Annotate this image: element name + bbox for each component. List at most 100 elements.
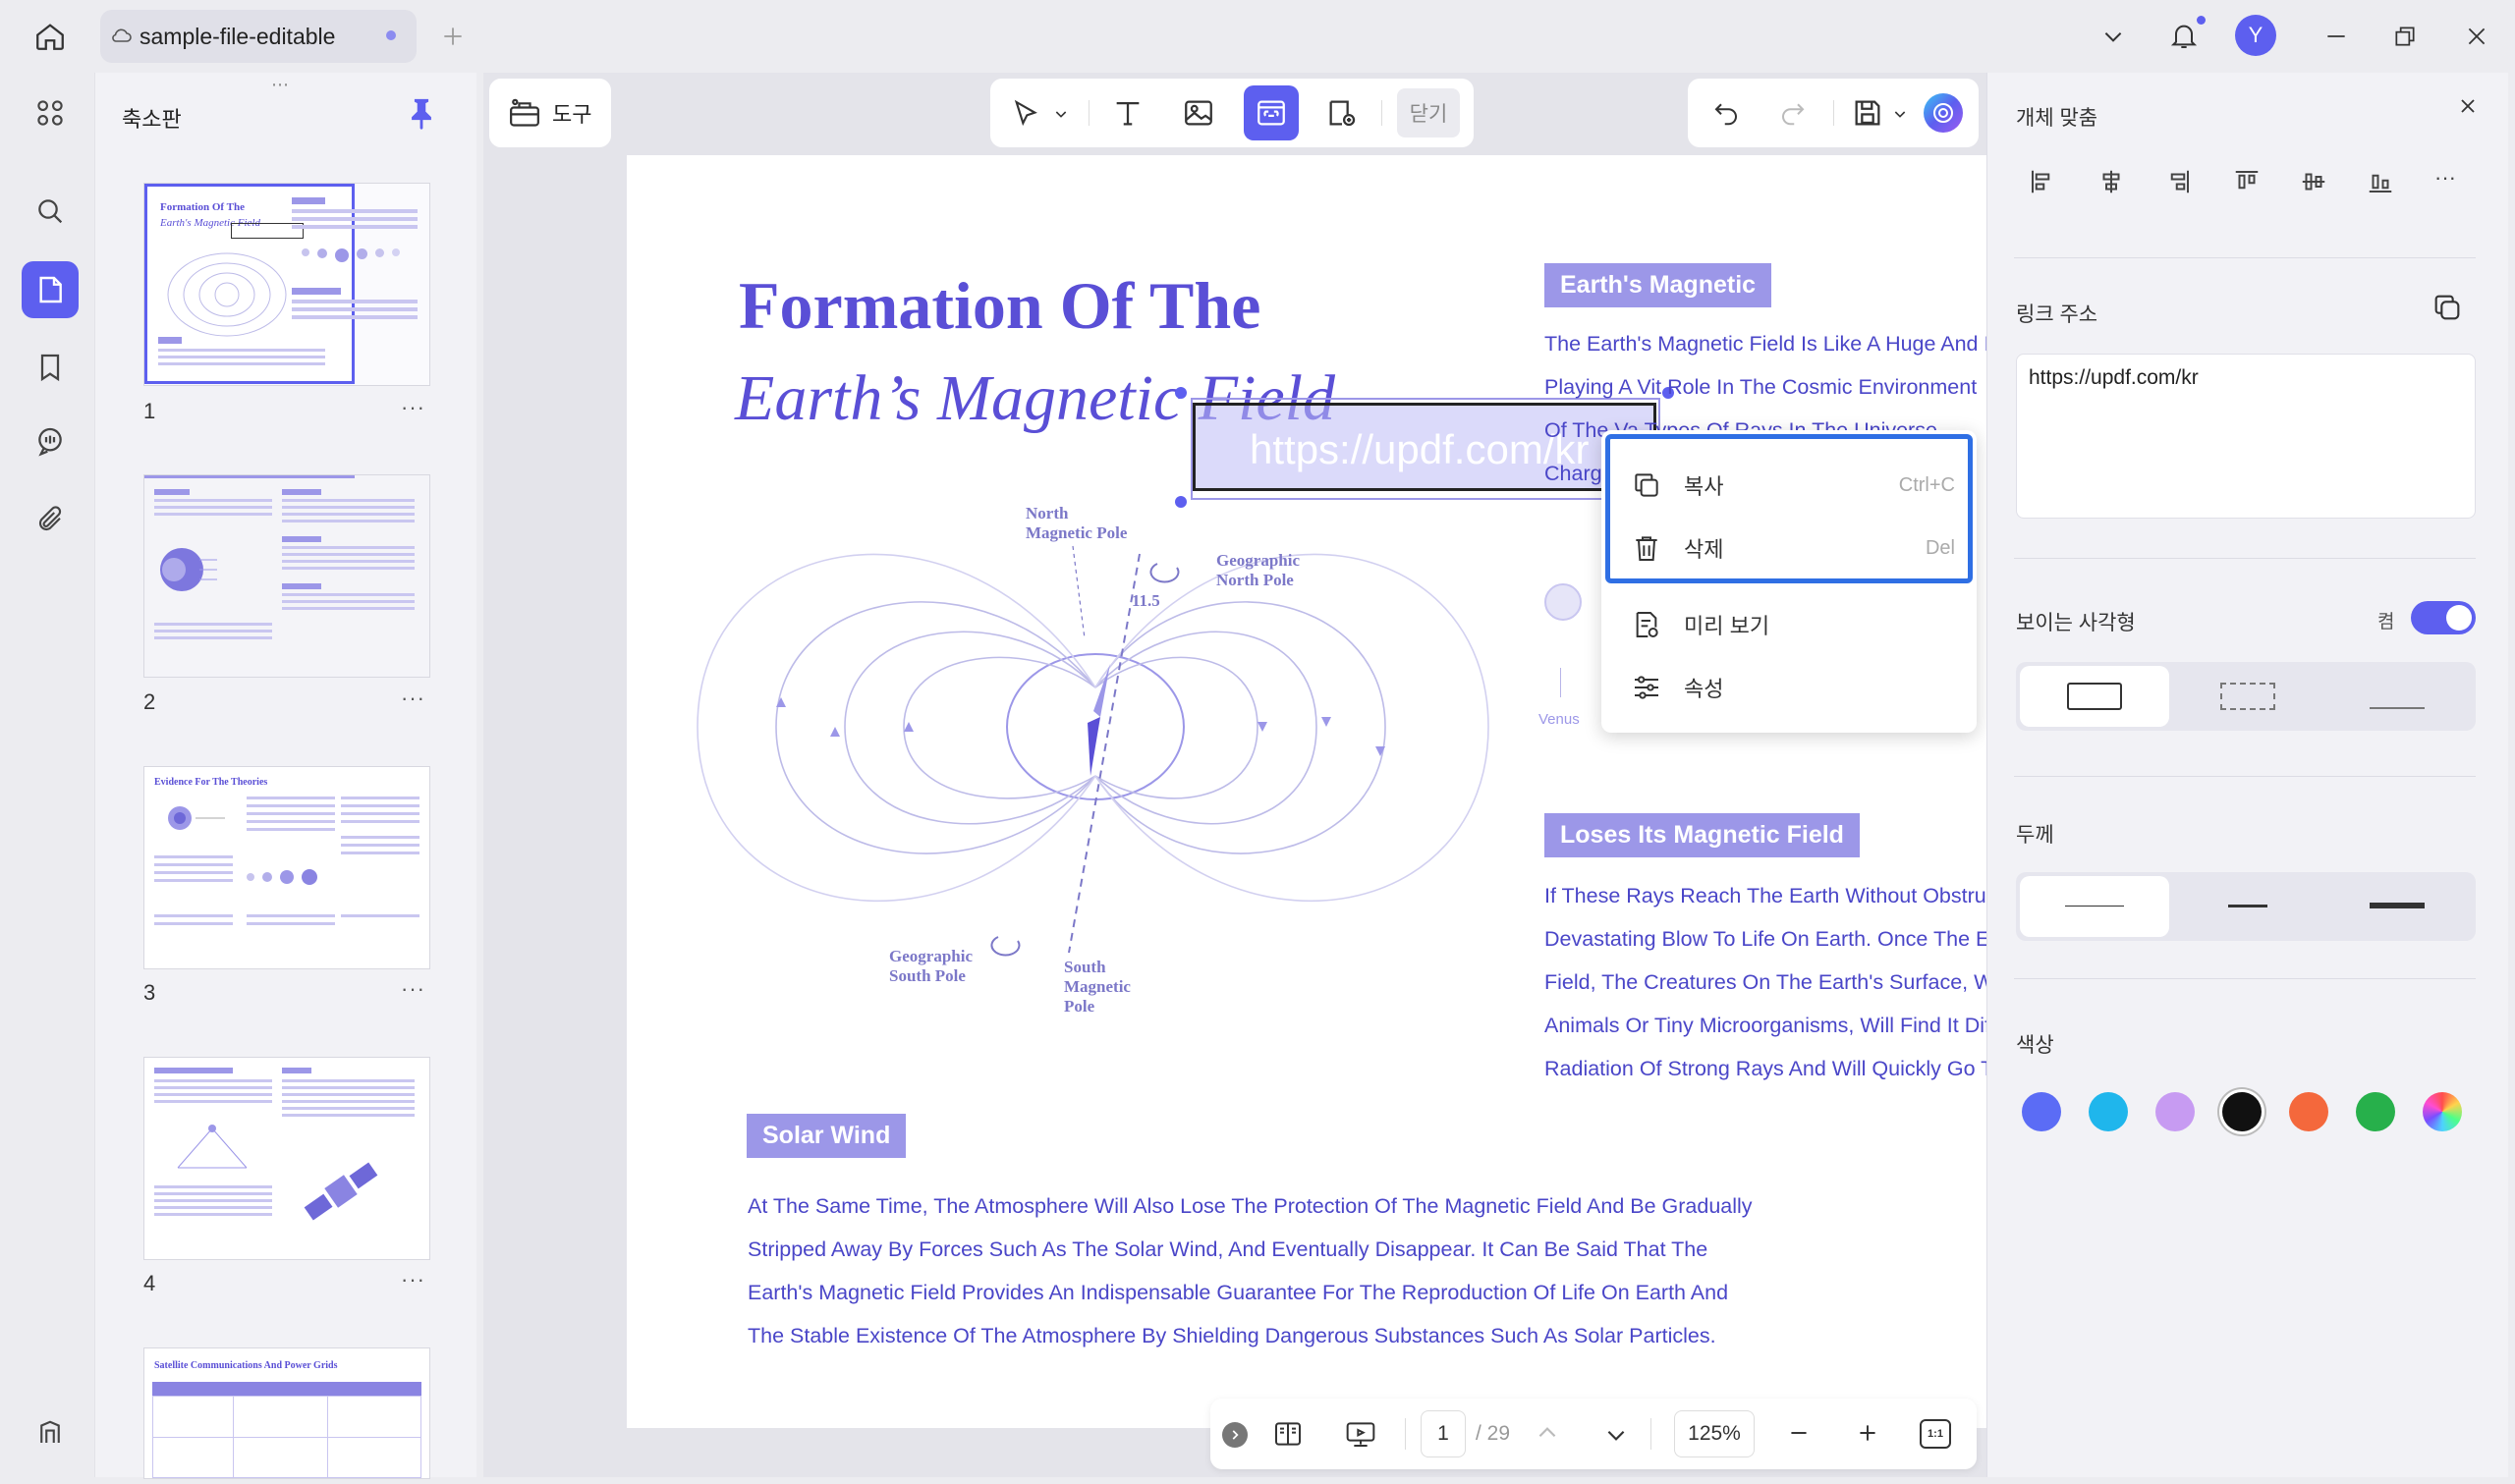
body-text-line: If These Rays Reach The Earth Without Ob… — [1544, 884, 1997, 907]
page-more-button-4[interactable]: ··· — [401, 1267, 425, 1292]
comment-icon[interactable] — [22, 412, 79, 469]
new-tab-button[interactable] — [430, 14, 475, 59]
toolbox-icon — [507, 96, 542, 130]
page-thumbnail-5[interactable]: Satellite Communications And Power Grids — [143, 1347, 430, 1479]
page-more-button-1[interactable]: ··· — [401, 395, 425, 420]
actual-size-button[interactable]: 1:1 — [1920, 1419, 1951, 1449]
presentation-icon[interactable] — [1342, 1418, 1379, 1450]
link-annotation-text: https://updf.com/kr — [1250, 426, 1590, 472]
border-style-dashed[interactable] — [2173, 666, 2322, 727]
apps-grid-icon[interactable] — [22, 84, 79, 141]
heading-loses-magnetic-field: Loses Its Magnetic Field — [1544, 813, 1860, 857]
thickness-label: 두께 — [2016, 824, 2054, 847]
more-align-options[interactable]: ··· — [2434, 165, 2456, 191]
pin-icon[interactable] — [407, 96, 436, 130]
menu-item-delete[interactable]: 삭제 Del — [1631, 522, 1955, 574]
minimize-icon[interactable] — [2314, 14, 2359, 59]
zoom-in-icon[interactable] — [1855, 1420, 1880, 1446]
align-left-icon[interactable] — [2028, 167, 2057, 196]
align-center-horizontal-icon[interactable] — [2096, 167, 2126, 196]
tab-title: sample-file-editable — [140, 24, 336, 49]
copy-link-icon[interactable] — [2431, 291, 2464, 324]
redo-icon[interactable] — [1778, 98, 1808, 128]
color-swatch[interactable] — [2089, 1092, 2128, 1131]
color-swatch[interactable] — [2222, 1092, 2262, 1131]
save-icon[interactable] — [1851, 96, 1884, 130]
page-layout-icon[interactable] — [1271, 1418, 1305, 1450]
resize-handle[interactable] — [1175, 387, 1187, 399]
menu-item-preview[interactable]: 미리 보기 — [1631, 599, 1955, 650]
previous-page-icon[interactable] — [1535, 1420, 1560, 1446]
color-swatch[interactable] — [2356, 1092, 2395, 1131]
body-text-line: Devastating Blow To Life On Earth. Once … — [1544, 927, 2002, 951]
align-bottom-icon[interactable] — [2366, 167, 2395, 196]
current-page-input[interactable]: 1 — [1421, 1410, 1466, 1457]
page-thumbnail-4[interactable] — [143, 1057, 430, 1260]
border-style-underline[interactable] — [2324, 666, 2472, 727]
zoom-out-icon[interactable] — [1786, 1420, 1812, 1446]
link-address-field[interactable]: https://updf.com/kr — [2016, 354, 2476, 519]
total-pages-label: / 29 — [1476, 1422, 1511, 1445]
thickness-selector — [2016, 872, 2476, 941]
history-toolbar — [1688, 79, 1979, 147]
link-tool-button[interactable] — [1244, 85, 1299, 140]
body-text-line: The Stable Existence Of The Atmosphere B… — [748, 1324, 1716, 1347]
thickness-medium[interactable] — [2173, 876, 2322, 937]
collapse-nav-button[interactable] — [1222, 1422, 1248, 1448]
tools-button[interactable]: 도구 — [489, 79, 611, 147]
page-thumbnail-2[interactable] — [143, 474, 430, 678]
page-thumbnail-3[interactable]: Evidence For The Theories — [143, 766, 430, 969]
venus-label: Venus — [1538, 711, 1580, 728]
align-top-icon[interactable] — [2232, 167, 2262, 196]
thumbnails-icon[interactable] — [22, 261, 79, 318]
page-number-2: 2 — [143, 689, 156, 714]
angle-label: 11.5 — [1132, 591, 1160, 610]
page-thumbnail-1[interactable]: Formation Of The Earth's Magnetic Field — [143, 183, 430, 386]
home-icon[interactable] — [28, 14, 73, 59]
border-style-solid[interactable] — [2020, 666, 2169, 727]
copy-icon — [1631, 469, 1664, 501]
visible-rectangle-toggle[interactable] — [2411, 601, 2476, 634]
align-middle-vertical-icon[interactable] — [2299, 167, 2328, 196]
body-text-line: Radiation Of Strong Rays And Will Quickl… — [1544, 1057, 2003, 1080]
zoom-level[interactable]: 125% — [1674, 1410, 1755, 1457]
color-swatch[interactable] — [2155, 1092, 2195, 1131]
page-more-button-2[interactable]: ··· — [401, 686, 425, 711]
drag-handle[interactable]: ⋯ — [271, 75, 291, 95]
undo-icon[interactable] — [1711, 98, 1741, 128]
text-tool-icon[interactable] — [1110, 96, 1146, 130]
layers-icon[interactable] — [22, 1404, 79, 1461]
color-swatch[interactable] — [2022, 1092, 2061, 1131]
divider — [2014, 558, 2476, 559]
image-tool-icon[interactable] — [1181, 96, 1216, 130]
form-tool-icon[interactable] — [1324, 96, 1360, 130]
close-panel-icon[interactable] — [2456, 94, 2480, 118]
color-swatch[interactable] — [2289, 1092, 2328, 1131]
next-page-icon[interactable] — [1603, 1422, 1629, 1448]
close-edit-button[interactable]: 닫기 — [1397, 88, 1460, 137]
heading-solar-wind: Solar Wind — [747, 1114, 907, 1158]
color-swatches — [2022, 1090, 2474, 1133]
align-right-icon[interactable] — [2163, 167, 2193, 196]
page-more-button-3[interactable]: ··· — [401, 976, 425, 1002]
ai-assistant-icon[interactable] — [1924, 93, 1963, 133]
chevron-down-icon[interactable] — [1053, 106, 1069, 122]
thumbnail-5-title: Satellite Communications And Power Grids — [154, 1360, 338, 1371]
bookmark-icon[interactable] — [22, 339, 79, 396]
menu-item-copy[interactable]: 복사 Ctrl+C — [1631, 460, 1955, 511]
body-text-line: Stripped Away By Forces Such As The Sola… — [748, 1237, 1708, 1261]
avatar[interactable]: Y — [2235, 15, 2276, 56]
preview-icon — [1631, 609, 1664, 640]
close-window-icon[interactable] — [2454, 14, 2499, 59]
chevron-down-icon[interactable] — [1892, 106, 1908, 122]
thickness-thick[interactable] — [2324, 876, 2472, 937]
body-text-line: The Earth's Magnetic Field Is Like A Hug… — [1544, 332, 2002, 356]
menu-item-properties[interactable]: 속성 — [1631, 662, 1955, 713]
select-pointer-icon[interactable] — [1010, 98, 1041, 130]
restore-icon[interactable] — [2382, 14, 2428, 59]
search-icon[interactable] — [22, 183, 79, 240]
attachment-icon[interactable] — [22, 491, 79, 548]
color-swatch[interactable] — [2423, 1092, 2462, 1131]
chevron-down-icon[interactable] — [2091, 14, 2136, 59]
thickness-thin[interactable] — [2020, 876, 2169, 937]
